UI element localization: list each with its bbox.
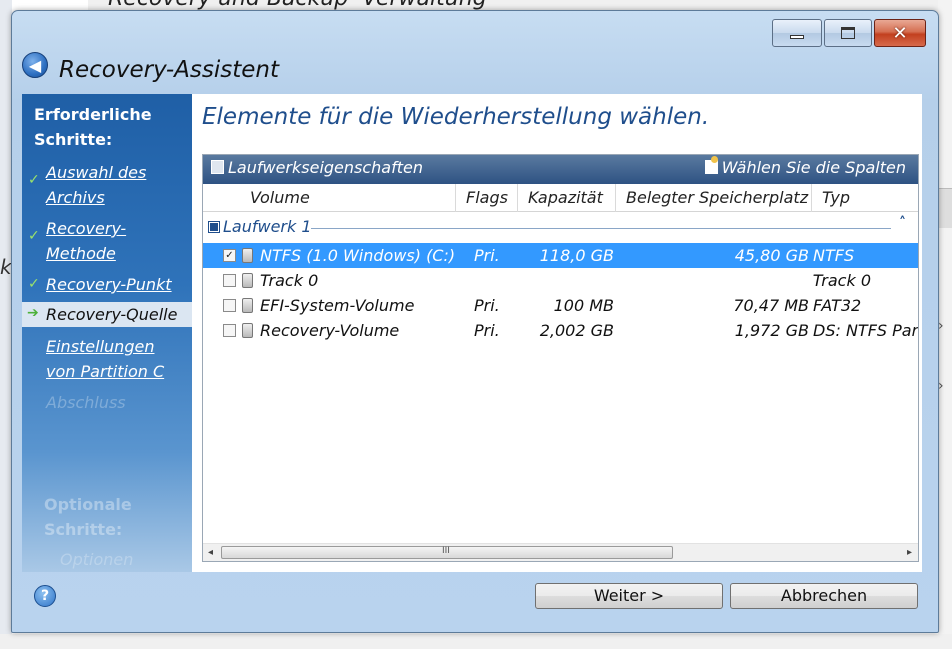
volume-used-space: 70,47 MB xyxy=(733,296,809,315)
volume-type: Track 0 xyxy=(812,271,871,290)
group-checkbox[interactable] xyxy=(208,221,220,233)
check-icon: ✓ xyxy=(28,172,40,188)
volume-row[interactable]: Recovery-Volume Pri. 2,002 GB 1,972 GB D… xyxy=(203,318,918,343)
cancel-button-label: Abbrechen xyxy=(780,586,868,605)
next-button-label: Weiter > xyxy=(593,586,665,605)
minimize-icon xyxy=(790,35,804,39)
volume-type: FAT32 xyxy=(813,296,862,315)
recovery-wizard-dialog: ✕ ◀ Recovery-Assistent Erforderliche Sch… xyxy=(11,10,939,633)
step-recovery-point[interactable]: ✓ Recovery-Punkt xyxy=(22,272,192,297)
maximize-icon xyxy=(841,27,855,39)
current-step-arrow-icon: ➔ xyxy=(27,305,39,321)
step-finish: Abschluss xyxy=(22,390,192,415)
close-icon: ✕ xyxy=(892,22,908,44)
volume-type: NTFS xyxy=(813,246,855,265)
step-label: Recovery-Quelle xyxy=(46,305,178,324)
maximize-button[interactable] xyxy=(824,19,872,47)
volume-name: Track 0 xyxy=(260,271,319,290)
step-archive-selection[interactable]: ✓ Auswahl des Archivs xyxy=(22,160,192,210)
columns-icon xyxy=(704,156,718,174)
check-icon: ✓ xyxy=(28,276,40,292)
content-heading: Elemente für die Wiederherstellung wähle… xyxy=(202,104,710,130)
volume-name: EFI-System-Volume xyxy=(260,296,415,315)
volume-row[interactable]: Track 0 Track 0 xyxy=(203,268,918,293)
column-header-volume[interactable]: Volume xyxy=(203,184,456,212)
background-left-text: k xyxy=(0,255,12,279)
group-label: Laufwerk 1 xyxy=(223,217,312,236)
drive-group-row[interactable]: Laufwerk 1 ˄ xyxy=(203,215,918,239)
row-checkbox[interactable] xyxy=(223,299,236,312)
background-right-edge: › › xyxy=(938,0,952,649)
step-label: Abschluss xyxy=(46,393,126,412)
step-label: Recovery-Punkt xyxy=(46,275,172,294)
check-icon: ✓ xyxy=(28,228,40,244)
drive-properties-icon xyxy=(211,160,224,174)
choose-columns-button[interactable]: Wählen Sie die Spalten xyxy=(704,156,906,177)
step-recovery-source[interactable]: ➔ Recovery-Quelle xyxy=(22,302,192,327)
volume-used-space: 45,80 GB xyxy=(734,246,809,265)
volume-capacity: 100 MB xyxy=(553,296,614,315)
volume-grid: Laufwerkseigenschaften Wählen Sie die Sp… xyxy=(202,154,919,562)
minimize-button[interactable] xyxy=(772,19,822,47)
drive-icon xyxy=(242,323,253,338)
step-label: Einstellungen von Partition C xyxy=(46,337,165,381)
column-header-flags[interactable]: Flags xyxy=(456,184,518,212)
horizontal-scrollbar[interactable]: ◂ III ▸ xyxy=(203,543,918,561)
next-button[interactable]: Weiter > xyxy=(535,583,723,609)
volume-row[interactable]: EFI-System-Volume Pri. 100 MB 70,47 MB F… xyxy=(203,293,918,318)
volume-capacity: 2,002 GB xyxy=(539,321,614,340)
steps-panel: Erforderliche Schritte: ✓ Auswahl des Ar… xyxy=(22,94,192,572)
volume-flags: Pri. xyxy=(474,296,500,315)
volume-row[interactable]: ✓ NTFS (1.0 Windows) (C:) Pri. 118,0 GB … xyxy=(203,243,918,268)
step-recovery-method[interactable]: ✓ Recovery-Methode xyxy=(22,216,192,266)
drive-properties-button[interactable]: Laufwerkseigenschaften xyxy=(211,158,423,177)
volume-used-space: 1,972 GB xyxy=(734,321,809,340)
choose-columns-label: Wählen Sie die Spalten xyxy=(721,158,906,177)
scrollbar-grip: III xyxy=(442,546,450,556)
help-icon[interactable]: ? xyxy=(34,585,56,607)
close-button[interactable]: ✕ xyxy=(874,19,926,47)
cancel-button[interactable]: Abbrechen xyxy=(730,583,918,609)
scrollbar-thumb[interactable]: III xyxy=(221,546,673,559)
required-steps-heading: Erforderliche Schritte: xyxy=(34,105,152,149)
scroll-right-arrow-icon[interactable]: ▸ xyxy=(907,547,912,558)
step-partition-settings[interactable]: Einstellungen von Partition C xyxy=(22,334,192,384)
drive-properties-label: Laufwerkseigenschaften xyxy=(228,158,423,177)
step-label: Auswahl des Archivs xyxy=(46,163,147,207)
group-divider xyxy=(311,228,891,229)
column-header-used-space[interactable]: Belegter Speicherplatz xyxy=(616,184,812,212)
column-header-row: Volume Flags Kapazität Belegter Speicher… xyxy=(203,184,918,212)
column-header-type[interactable]: Typ xyxy=(812,184,918,212)
volume-name: NTFS (1.0 Windows) (C:) xyxy=(260,246,456,265)
volume-name: Recovery-Volume xyxy=(260,321,400,340)
background-right-panel xyxy=(938,188,952,228)
row-checkbox[interactable]: ✓ xyxy=(223,249,236,262)
volume-capacity: 118,0 GB xyxy=(539,246,614,265)
step-label: Recovery-Methode xyxy=(46,219,127,263)
volume-flags: Pri. xyxy=(474,321,500,340)
grid-toolbar: Laufwerkseigenschaften Wählen Sie die Sp… xyxy=(203,155,918,184)
drive-icon xyxy=(242,273,253,288)
optional-steps-heading: Optionale Schritte: xyxy=(44,495,132,539)
column-header-capacity[interactable]: Kapazität xyxy=(518,184,616,212)
background-bottom-edge xyxy=(0,634,952,649)
drive-icon xyxy=(242,248,253,263)
scroll-left-arrow-icon[interactable]: ◂ xyxy=(208,547,213,558)
volume-flags: Pri. xyxy=(474,246,500,265)
row-checkbox[interactable] xyxy=(223,274,236,287)
dialog-title: Recovery-Assistent xyxy=(59,57,279,83)
drive-icon xyxy=(242,298,253,313)
optional-step-options: Optionen xyxy=(60,550,134,569)
row-checkbox[interactable] xyxy=(223,324,236,337)
back-arrow-icon: ◀ xyxy=(28,55,42,75)
collapse-chevron-icon[interactable]: ˄ xyxy=(899,215,906,231)
content-panel: Elemente für die Wiederherstellung wähle… xyxy=(192,94,922,572)
volume-type: DS: NTFS Par xyxy=(813,321,919,340)
back-button[interactable]: ◀ xyxy=(22,52,48,78)
